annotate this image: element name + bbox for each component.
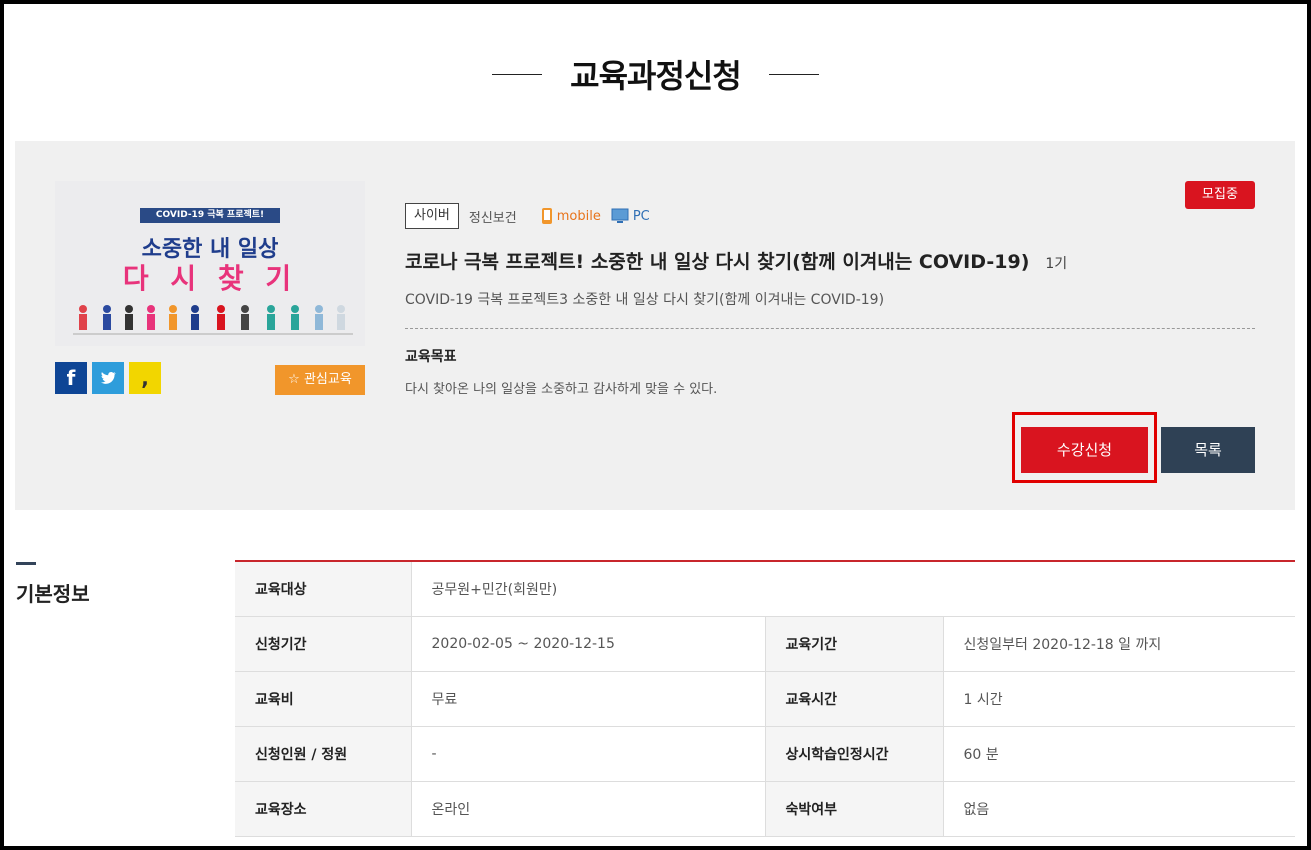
info-value: 없음 [942,781,1295,837]
course-thumbnail[interactable]: COVID-19 극복 프로젝트! 소중한 내 일상 다 시 찾 기 [55,181,365,346]
apply-button[interactable]: 수강신청 [1021,427,1148,473]
info-value: 공무원+민간(회원만) [410,561,1295,617]
info-value: 2020-02-05 ~ 2020-12-15 [410,616,765,672]
info-label: 교육기간 [764,616,943,672]
info-value: 신청일부터 2020-12-18 일 까지 [942,616,1295,672]
course-info-table: 교육대상 공무원+민간(회원만) 신청기간 2020-02-05 ~ 2020-… [235,560,1295,837]
info-value: - [410,726,765,782]
page-title: 교육과정신청 [570,57,742,95]
kakaostory-share-icon[interactable]: , [129,362,161,394]
info-value: 60 분 [942,726,1295,782]
device-mobile: mobile [541,207,601,225]
goal-text: 다시 찾아온 나의 일상을 소중하고 감사하게 맞을 수 있다. [405,382,718,397]
people-illustration [73,305,353,335]
status-badge: 모집중 [1185,181,1255,209]
thumbnail-ribbon: COVID-19 극복 프로젝트! [140,208,280,223]
section-marker [16,562,36,565]
info-label: 교육시간 [764,671,943,727]
table-row: 신청기간 2020-02-05 ~ 2020-12-15 교육기간 신청일부터 … [235,616,1295,672]
favorite-button[interactable]: ☆ 관심교육 [275,365,365,395]
info-value: 온라인 [410,781,765,837]
section-title: 기본정보 [16,582,90,606]
device-pc-label: PC [632,208,650,224]
info-label: 신청기간 [235,616,411,672]
course-title: 코로나 극복 프로젝트! 소중한 내 일상 다시 찾기(함께 이겨내는 COVI… [405,247,1067,274]
device-pc: PC [611,208,650,224]
course-category: 정신보건 [468,210,517,226]
info-value: 무료 [410,671,765,727]
dashed-divider [405,328,1255,329]
course-summary-panel: COVID-19 극복 프로젝트! 소중한 내 일상 다 시 찾 기 f , ☆… [15,141,1295,510]
course-round: 1기 [1045,256,1068,272]
monitor-icon [611,208,629,223]
table-row: 교육비 무료 교육시간 1 시간 [235,671,1295,727]
list-button[interactable]: 목록 [1161,427,1255,473]
mobile-icon [541,208,552,224]
course-subtitle: COVID-19 극복 프로젝트3 소중한 내 일상 다시 찾기(함께 이겨내는… [405,292,885,308]
device-mobile-label: mobile [556,208,601,224]
info-label: 상시학습인정시간 [764,726,943,782]
info-label: 교육장소 [235,781,411,837]
info-label: 숙박여부 [764,781,943,837]
title-divider-right [768,73,819,75]
course-meta: 사이버 정신보건 mobile PC [405,203,650,229]
info-value: 1 시간 [942,671,1295,727]
info-label: 신청인원 / 정원 [235,726,411,782]
page-header: 교육과정신청 [4,44,1307,104]
table-row: 교육대상 공무원+민간(회원만) [235,561,1295,617]
course-type-tag: 사이버 [405,203,459,229]
facebook-share-icon[interactable]: f [55,362,87,394]
favorite-button-label: 관심교육 [303,372,352,387]
star-icon: ☆ [288,372,300,387]
page-frame: 교육과정신청 COVID-19 극복 프로젝트! 소중한 내 일상 다 시 찾 … [0,0,1311,850]
thumbnail-headline-sub: 다 시 찾 기 [122,262,298,295]
goal-label: 교육목표 [405,349,457,365]
info-label: 교육대상 [235,561,411,617]
table-row: 신청인원 / 정원 - 상시학습인정시간 60 분 [235,726,1295,782]
twitter-share-icon[interactable] [92,362,124,394]
title-divider-left [492,73,543,75]
info-label: 교육비 [235,671,411,727]
table-row: 교육장소 온라인 숙박여부 없음 [235,781,1295,837]
course-title-text: 코로나 극복 프로젝트! 소중한 내 일상 다시 찾기(함께 이겨내는 COVI… [405,251,1030,273]
